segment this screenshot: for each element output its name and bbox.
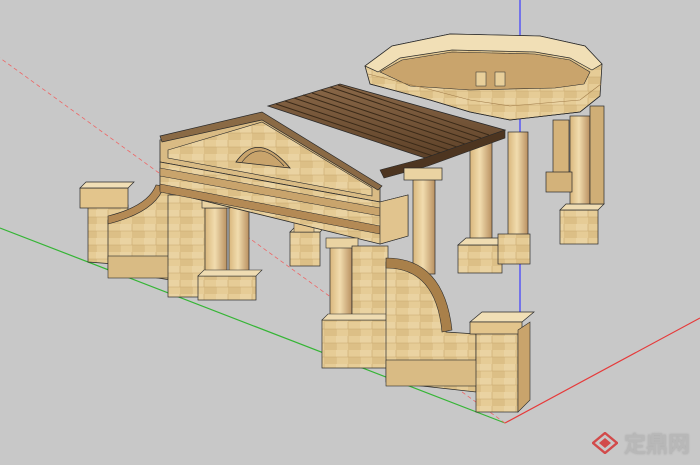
dingding-diamond-logo bbox=[591, 432, 618, 454]
right-front-columns[interactable] bbox=[321, 237, 395, 369]
rotunda-column-mid[interactable] bbox=[497, 131, 531, 265]
left-wall[interactable] bbox=[79, 181, 175, 281]
watermark-text: 定鼎网 bbox=[623, 433, 690, 458]
watermark: 定鼎网 bbox=[591, 427, 690, 459]
right-end-pier[interactable] bbox=[469, 311, 535, 413]
sketchup-viewport[interactable]: 定鼎网 bbox=[0, 0, 700, 465]
red-axis bbox=[504, 317, 700, 424]
right-wall[interactable] bbox=[385, 257, 479, 393]
model-canvas[interactable] bbox=[0, 0, 700, 465]
